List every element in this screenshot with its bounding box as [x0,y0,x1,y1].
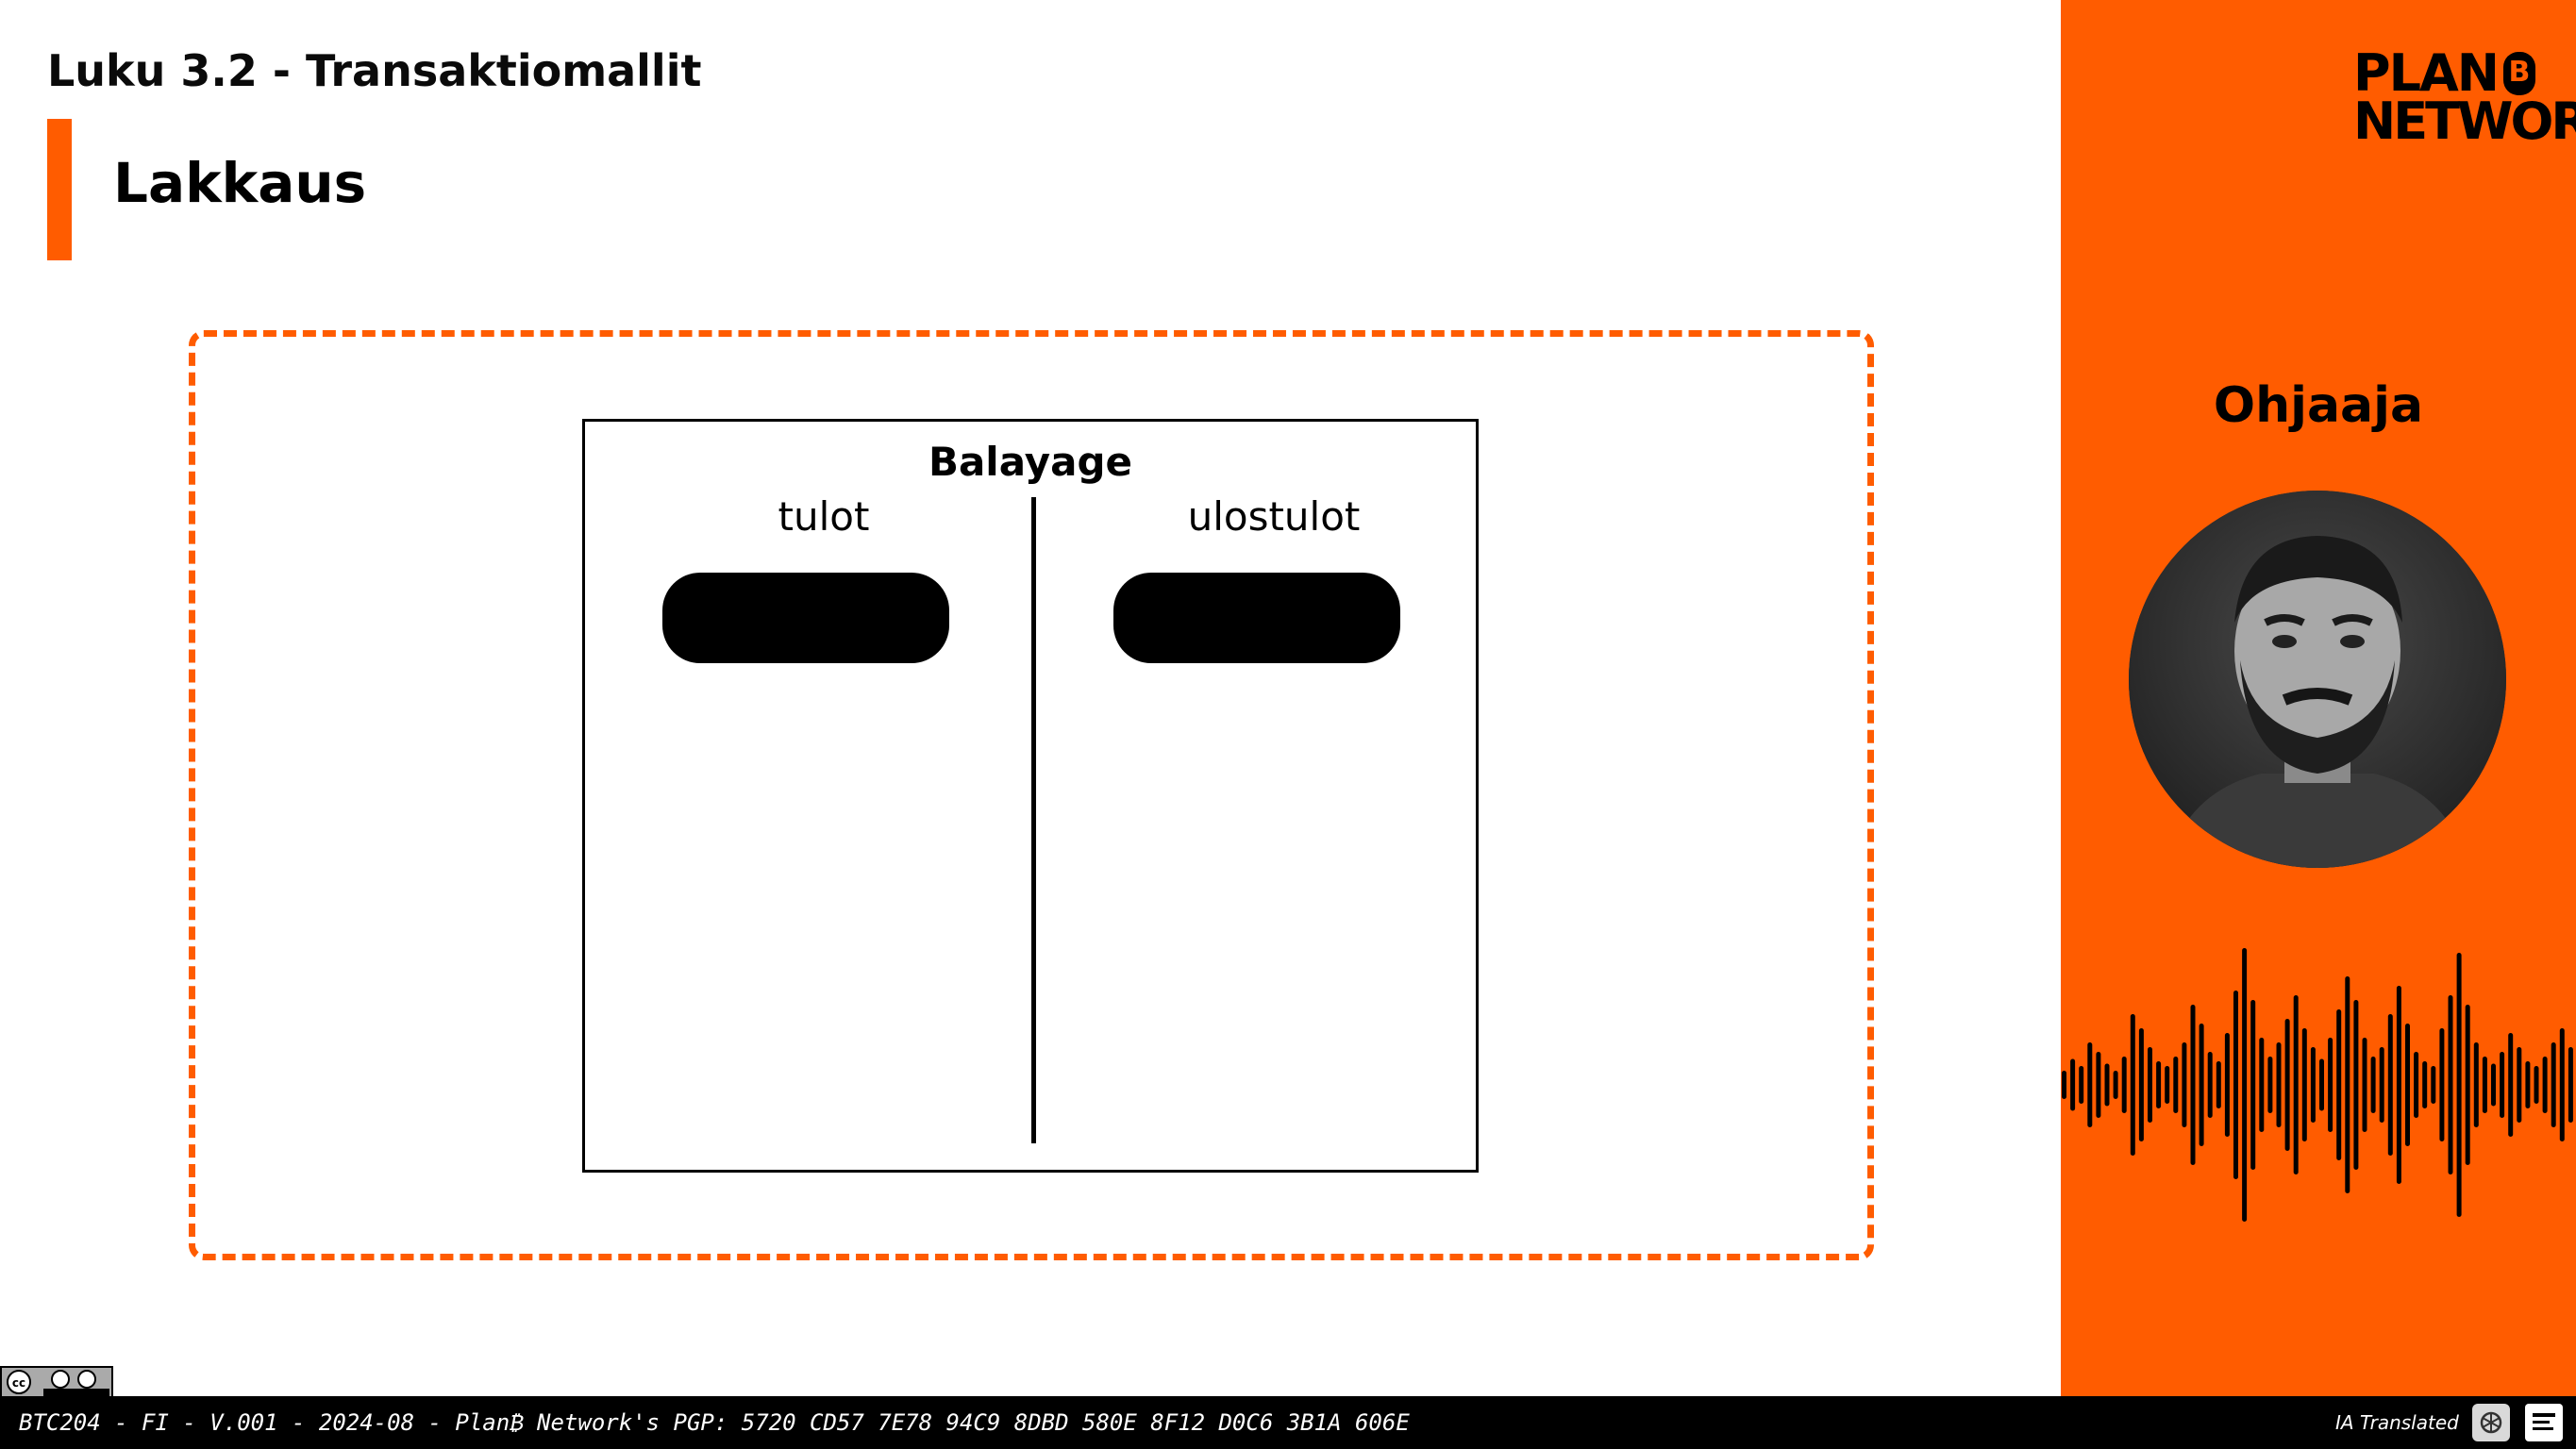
waveform-bar [2242,948,2248,1222]
waveform-bar [2559,1028,2565,1141]
waveform-bar [2482,1057,2487,1113]
waveform-bar [2138,1028,2144,1141]
waveform-bar [2148,1047,2152,1123]
section-accent-bar [47,119,72,260]
waveform-bar [2508,1033,2514,1137]
waveform-bar [2448,995,2453,1174]
waveform-bar [2319,1058,2324,1111]
ai-logo-icon [2472,1404,2510,1441]
waveform-bar [2422,1061,2428,1108]
column-divider [1031,497,1036,1143]
waveform-bar [2087,1042,2093,1127]
waveform-bar [2491,1063,2496,1107]
waveform-bar [2396,986,2401,1184]
waveform-bar [2353,1000,2359,1170]
waveform-bar [2130,1014,2135,1156]
lab-logo-icon [2525,1404,2563,1441]
waveform-bar [2534,1066,2539,1104]
footer-text: BTC204 - FI - V.001 - 2024-08 - Plan₿ Ne… [19,1409,1410,1436]
waveform-bar [2405,1024,2410,1146]
instructor-avatar [2129,491,2506,868]
waveform-bar [2345,976,2350,1193]
waveform-bar [2267,1057,2273,1113]
waveform-bar [2259,1038,2265,1132]
planb-network-logo: PLANB NETWORK [2353,43,2576,152]
waveform-bar [2199,1024,2204,1146]
waveform-bar [2387,1014,2393,1156]
diagram-title: Balayage [928,439,1133,485]
waveform-bar [2165,1066,2170,1104]
instructor-label: Ohjaaja [2213,377,2424,434]
waveform-bar [2328,1038,2333,1132]
waveform-bar [2104,1063,2110,1107]
waveform-bar [2216,1061,2221,1108]
logo-plan-text: PLAN [2353,43,2500,103]
waveform-bar [2070,1058,2076,1111]
waveform-bar [2542,1057,2548,1113]
waveform-bar [2370,1057,2376,1113]
waveform-bar [2310,1047,2316,1123]
waveform-bar [2284,1019,2290,1151]
svg-text:cc: cc [12,1376,25,1390]
waveform-bar [2379,1047,2384,1123]
waveform-bar [2173,1057,2179,1113]
waveform-bar [2336,1009,2342,1160]
waveform-bar [2096,1052,2101,1118]
bitcoin-b-icon: B [2502,51,2535,95]
waveform-bar [2156,1061,2162,1108]
side-panel: PLANB NETWORK Ohjaaja [2061,0,2576,1396]
waveform-bar [2465,1005,2470,1165]
waveform-bar [2190,1005,2196,1165]
waveform-bar [2121,1057,2127,1113]
waveform-bar [2517,1047,2522,1123]
waveform-bar [2224,1033,2230,1137]
waveform-bar [2439,1028,2445,1141]
footer-bar: BTC204 - FI - V.001 - 2024-08 - Plan₿ Ne… [0,1396,2576,1449]
waveform-bar [2362,1038,2367,1132]
chapter-title: Luku 3.2 - Transaktiomallit [47,45,702,96]
waveform-bar [2568,1047,2573,1123]
slide: Luku 3.2 - Transaktiomallit Lakkaus Bala… [0,0,2576,1449]
waveform-bar [2301,1028,2307,1141]
waveform-bar [2062,1071,2066,1099]
transaction-diagram: Balayage tulot ulostulot [582,419,1479,1173]
outputs-label: ulostulot [1187,493,1361,540]
section-title: Lakkaus [113,151,367,215]
waveform-bar [2250,1000,2256,1170]
output-pill [1113,573,1400,663]
waveform-bar [2525,1061,2531,1108]
cc-by-sa-icon: cc [0,1366,113,1398]
waveform-bar [2079,1066,2084,1104]
instructor-portrait-icon [2129,491,2506,868]
waveform-bar [2293,995,2299,1174]
waveform-bar [2500,1052,2505,1118]
waveform-bar [2276,1042,2282,1127]
waveform-bar [2113,1071,2118,1099]
audio-waveform-icon [2062,948,2573,1222]
waveform-bar [2456,953,2462,1217]
waveform-bar [2431,1066,2436,1104]
logo-network-text: NETWORK [2353,92,2576,152]
waveform-bar [2182,1042,2187,1127]
waveform-bar [2414,1052,2419,1118]
inputs-label: tulot [778,493,870,540]
ia-translated-label: IA Translated [2335,1411,2459,1434]
waveform-bar [2207,1052,2213,1118]
waveform-bar [2551,1042,2556,1127]
waveform-bar [2473,1042,2479,1127]
waveform-bar [2233,991,2238,1179]
input-pill [662,573,949,663]
